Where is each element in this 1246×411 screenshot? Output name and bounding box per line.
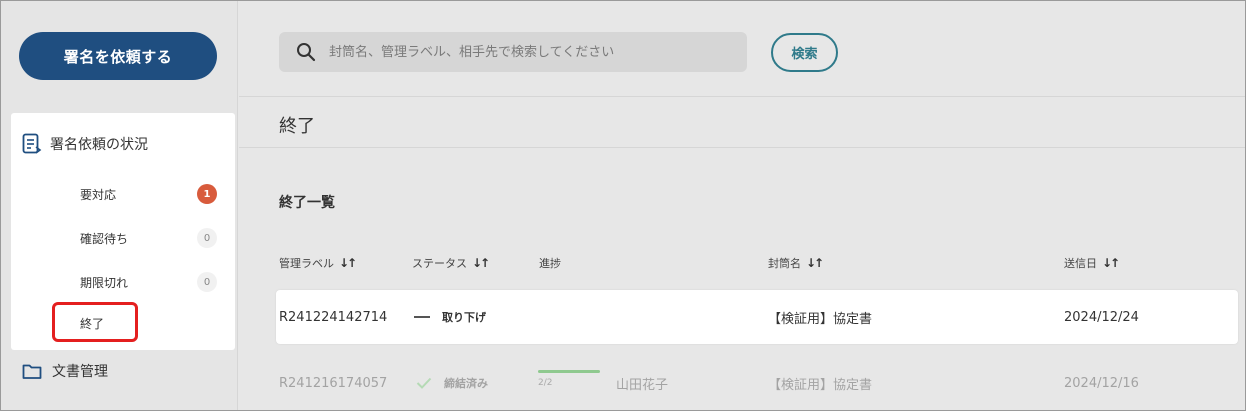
dash-icon — [414, 316, 430, 318]
column-header-label[interactable]: 管理ラベル ↓↑ — [279, 255, 357, 271]
column-header-progress: 進捗 — [539, 255, 561, 271]
cell-status: 取り下げ — [414, 290, 486, 344]
status-text: 締結済み — [444, 377, 488, 390]
sidebar-item-label: 文書管理 — [52, 364, 108, 380]
search-input[interactable] — [329, 32, 729, 72]
cell-status: 締結済み — [416, 356, 488, 410]
search-icon — [297, 43, 316, 62]
count-badge: 1 — [197, 184, 217, 204]
sort-icon: ↓↑ — [472, 256, 490, 270]
cell-date: 2024/12/16 — [1064, 375, 1139, 391]
search-box — [279, 32, 747, 72]
status-section-header[interactable]: 署名依頼の状況 — [22, 133, 148, 155]
count-badge: 0 — [197, 272, 217, 292]
sort-icon: ↓↑ — [806, 256, 824, 270]
sort-icon: ↓↑ — [1102, 256, 1120, 270]
column-header-text: 送信日 — [1064, 257, 1097, 270]
selection-highlight — [52, 302, 138, 342]
sidebar-item-label: 期限切れ — [80, 275, 129, 290]
status-text: 取り下げ — [442, 311, 486, 324]
column-header-text: ステータス — [412, 257, 467, 270]
page-title: 終了 — [279, 116, 315, 137]
cell-envelope: 【検証用】協定書 — [768, 311, 873, 327]
column-header-text: 管理ラベル — [279, 257, 334, 270]
divider — [239, 96, 1246, 97]
divider — [239, 147, 1246, 148]
request-signature-button[interactable]: 署名を依頼する — [19, 32, 217, 80]
table-row[interactable]: R241224142714 取り下げ 【検証用】協定書 2024/12/24 — [276, 290, 1238, 344]
cell-envelope: 【検証用】協定書 — [768, 377, 873, 393]
document-list-icon — [22, 133, 42, 154]
column-header-envelope[interactable]: 封筒名 ↓↑ — [768, 255, 824, 271]
sidebar-item-label: 要対応 — [80, 187, 117, 202]
cell-recipient: 山田花子 — [616, 377, 669, 393]
status-section-title: 署名依頼の状況 — [50, 137, 148, 153]
sidebar-item-awaiting-confirmation[interactable]: 確認待ち 0 — [11, 225, 235, 251]
count-badge: 0 — [197, 228, 217, 248]
sort-icon: ↓↑ — [339, 256, 357, 270]
sidebar-item-label: 確認待ち — [80, 231, 129, 246]
progress-bar — [538, 370, 600, 373]
cell-date: 2024/12/24 — [1064, 309, 1139, 325]
section-title: 終了一覧 — [279, 195, 335, 211]
folder-icon — [22, 364, 42, 379]
sidebar-item-documents[interactable]: 文書管理 — [22, 361, 108, 381]
sidebar-item-action-required[interactable]: 要対応 1 — [11, 181, 235, 207]
column-header-text: 進捗 — [539, 257, 561, 270]
check-icon — [416, 377, 432, 389]
column-header-text: 封筒名 — [768, 257, 801, 270]
table-row[interactable]: R241216174057 締結済み 2/2 山田花子 【検証用】協定書 202… — [276, 356, 1238, 410]
progress-indicator: 2/2 — [538, 370, 600, 388]
column-header-date[interactable]: 送信日 ↓↑ — [1064, 255, 1120, 271]
progress-label: 2/2 — [538, 378, 553, 388]
column-header-status[interactable]: ステータス ↓↑ — [412, 255, 490, 271]
search-button[interactable]: 検索 — [771, 33, 838, 72]
sidebar-item-expired[interactable]: 期限切れ 0 — [11, 269, 235, 295]
sidebar: 署名を依頼する 署名依頼の状況 要対応 1 確認待ち 0 期限切れ 0 終了 文… — [0, 0, 238, 411]
cell-label: R241224142714 — [279, 309, 388, 325]
status-nav-card: 署名依頼の状況 要対応 1 確認待ち 0 期限切れ 0 終了 — [11, 113, 235, 350]
cell-label: R241216174057 — [279, 375, 388, 391]
